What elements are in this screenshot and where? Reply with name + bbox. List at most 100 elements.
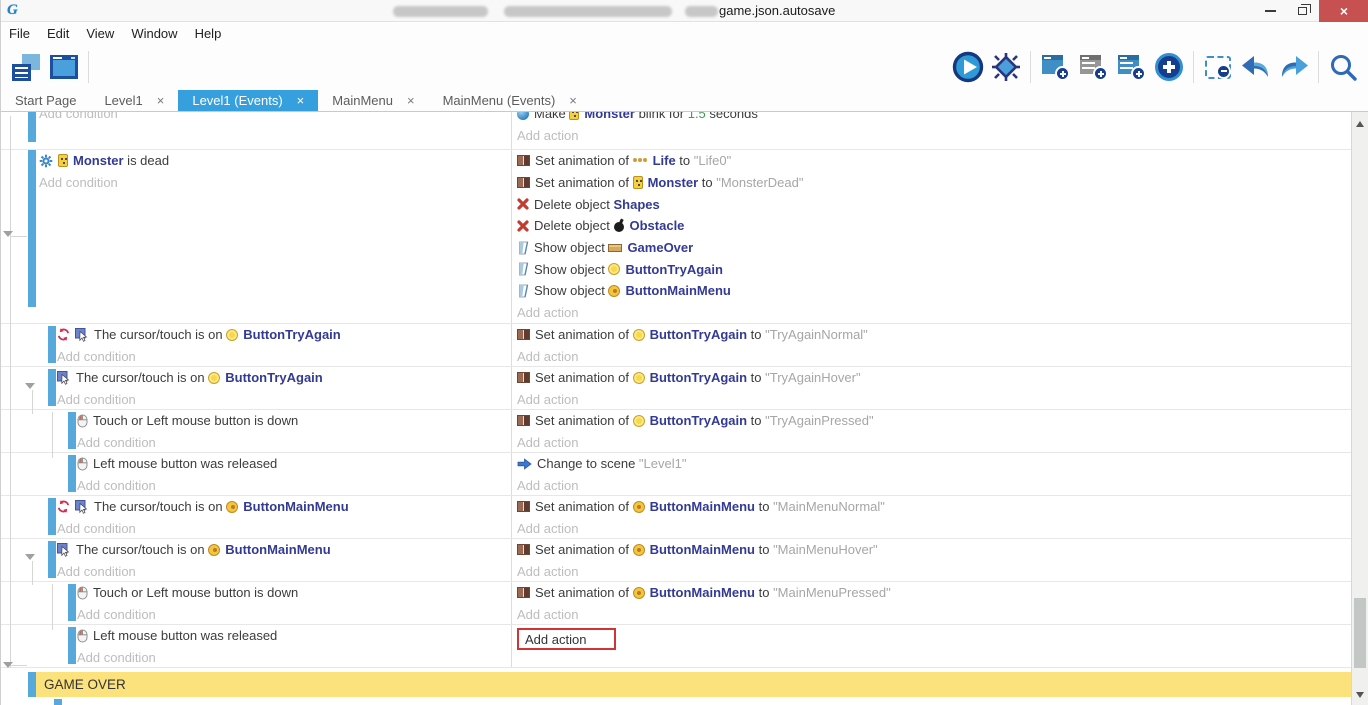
- action-item[interactable]: Show object GameOver: [517, 237, 1352, 259]
- menu-edit[interactable]: Edit: [47, 26, 80, 41]
- action-item[interactable]: Set animation of ButtonMainMenu to "Main…: [517, 496, 1352, 518]
- add-condition-button[interactable]: Add condition: [77, 475, 511, 496]
- condition-item[interactable]: The cursor/touch is on ButtonMainMenu: [57, 496, 511, 518]
- tab-mainmenu[interactable]: MainMenu ×: [318, 90, 428, 111]
- action-item[interactable]: Show object ButtonTryAgain: [517, 258, 1352, 280]
- menu-file[interactable]: File: [9, 26, 41, 41]
- tab-close-icon[interactable]: ×: [157, 93, 165, 108]
- add-condition-button[interactable]: Add condition: [57, 389, 511, 410]
- expander-icon[interactable]: [3, 662, 13, 668]
- condition-cell[interactable]: The cursor/touch is on ButtonMainMenu Ad…: [1, 496, 511, 538]
- scroll-down-icon[interactable]: [1356, 692, 1364, 698]
- undo-icon[interactable]: [1238, 49, 1274, 85]
- menu-view[interactable]: View: [86, 26, 125, 41]
- action-item[interactable]: Set animation of ButtonTryAgain to "TryA…: [517, 410, 1352, 432]
- expander-icon[interactable]: [3, 231, 13, 237]
- add-action-button[interactable]: Add action: [517, 125, 1352, 147]
- redo-icon[interactable]: [1276, 49, 1312, 85]
- action-item[interactable]: Make Monster blink for 1.5 seconds: [517, 112, 1352, 125]
- comment-row[interactable]: GAME OVER: [1, 672, 1352, 697]
- action-item[interactable]: Change to scene "Level1": [517, 453, 1352, 475]
- add-condition-button[interactable]: Add condition: [57, 518, 511, 539]
- add-condition-button[interactable]: Add condition: [39, 112, 511, 125]
- project-pages-icon[interactable]: [8, 49, 44, 85]
- add-condition-button[interactable]: Add condition: [77, 604, 511, 625]
- scroll-up-icon[interactable]: [1356, 121, 1364, 127]
- expander-icon[interactable]: [25, 383, 35, 389]
- action-item[interactable]: Set animation of ButtonMainMenu to "Main…: [517, 539, 1352, 561]
- condition-cell[interactable]: Add condition: [1, 112, 511, 149]
- add-condition-button[interactable]: Add condition: [39, 172, 511, 194]
- condition-cell[interactable]: The cursor/touch is on ButtonMainMenu Ad…: [1, 539, 511, 581]
- add-circle-icon[interactable]: [1151, 49, 1187, 85]
- action-item[interactable]: Set animation of ButtonTryAgain to "TryA…: [517, 367, 1352, 389]
- comment-text[interactable]: GAME OVER: [36, 672, 1352, 697]
- action-cell[interactable]: Make Monster blink for 1.5 seconds Add a…: [511, 112, 1352, 149]
- action-item[interactable]: Delete object Obstacle: [517, 215, 1352, 237]
- add-comment-icon[interactable]: [1075, 49, 1111, 85]
- add-action-highlighted-button[interactable]: Add action: [517, 628, 616, 650]
- tab-close-icon[interactable]: ×: [569, 93, 577, 108]
- tab-close-icon[interactable]: ×: [407, 93, 415, 108]
- action-cell[interactable]: Set animation of ButtonMainMenu to "Main…: [511, 539, 1352, 581]
- preview-window-icon[interactable]: [46, 49, 82, 85]
- action-item[interactable]: Set animation of Monster to "MonsterDead…: [517, 172, 1352, 194]
- action-cell[interactable]: Set animation of ButtonMainMenu to "Main…: [511, 496, 1352, 538]
- add-action-button[interactable]: Add action: [517, 604, 1352, 625]
- add-condition-button[interactable]: Add condition: [57, 346, 511, 367]
- condition-cell[interactable]: Left mouse button was released Add condi…: [1, 453, 511, 495]
- event-selection-bar[interactable]: [54, 699, 62, 705]
- action-cell[interactable]: Add action: [511, 625, 1352, 667]
- condition-cell[interactable]: Left mouse button was released Add condi…: [1, 625, 511, 667]
- action-item[interactable]: Set animation of ButtonTryAgain to "TryA…: [517, 324, 1352, 346]
- condition-item[interactable]: Left mouse button was released: [77, 453, 511, 475]
- add-condition-button[interactable]: Add condition: [77, 647, 511, 668]
- action-cell[interactable]: Set animation of ButtonMainMenu to "Main…: [511, 582, 1352, 624]
- event-selection-bar[interactable]: [28, 672, 36, 697]
- condition-item[interactable]: Touch or Left mouse button is down: [77, 410, 511, 432]
- tab-close-icon[interactable]: ×: [297, 93, 305, 108]
- debug-icon[interactable]: [988, 49, 1024, 85]
- add-action-button[interactable]: Add action: [517, 389, 1352, 410]
- tab-level1[interactable]: Level1 ×: [90, 90, 178, 111]
- action-item[interactable]: Delete object Shapes: [517, 193, 1352, 215]
- add-condition-button[interactable]: Add condition: [77, 432, 511, 453]
- add-condition-button[interactable]: Add condition: [57, 561, 511, 582]
- menu-window[interactable]: Window: [131, 26, 188, 41]
- add-action-button[interactable]: Add action: [517, 561, 1352, 582]
- minimize-button[interactable]: [1255, 0, 1285, 22]
- condition-cell[interactable]: Touch or Left mouse button is down Add c…: [1, 410, 511, 452]
- action-item[interactable]: Show object ButtonMainMenu: [517, 280, 1352, 302]
- restore-button[interactable]: [1287, 0, 1317, 22]
- condition-item[interactable]: Left mouse button was released: [77, 625, 511, 647]
- condition-item[interactable]: Touch or Left mouse button is down: [77, 582, 511, 604]
- condition-cell[interactable]: The cursor/touch is on ButtonTryAgain Ad…: [1, 367, 511, 409]
- condition-item[interactable]: The cursor/touch is on ButtonTryAgain: [57, 367, 511, 389]
- condition-item[interactable]: The cursor/touch is on ButtonMainMenu: [57, 539, 511, 561]
- action-cell[interactable]: Set animation of ButtonTryAgain to "TryA…: [511, 367, 1352, 409]
- action-cell[interactable]: Set animation of Life to "Life0" Set ani…: [511, 150, 1352, 323]
- action-cell[interactable]: Set animation of ButtonTryAgain to "TryA…: [511, 324, 1352, 366]
- condition-cell[interactable]: Monster is dead Add condition: [1, 150, 511, 323]
- condition-cell[interactable]: Touch or Left mouse button is down Add c…: [1, 582, 511, 624]
- condition-item[interactable]: The cursor/touch is on ButtonTryAgain: [57, 324, 511, 346]
- add-action-button[interactable]: Add action: [517, 302, 1352, 323]
- remove-selection-icon[interactable]: [1200, 49, 1236, 85]
- add-action-button[interactable]: Add action: [517, 518, 1352, 539]
- add-event-icon[interactable]: [1037, 49, 1073, 85]
- menu-help[interactable]: Help: [195, 26, 233, 41]
- action-cell[interactable]: Set animation of ButtonTryAgain to "TryA…: [511, 410, 1352, 452]
- add-subevent-icon[interactable]: [1113, 49, 1149, 85]
- vertical-scrollbar[interactable]: [1351, 112, 1368, 705]
- search-icon[interactable]: [1325, 49, 1361, 85]
- close-button[interactable]: ×: [1319, 0, 1368, 22]
- condition-item[interactable]: Monster is dead: [39, 150, 511, 172]
- condition-cell[interactable]: The cursor/touch is on ButtonTryAgain Ad…: [1, 324, 511, 366]
- add-action-button[interactable]: Add action: [517, 475, 1352, 496]
- action-cell[interactable]: Change to scene "Level1" Add action: [511, 453, 1352, 495]
- tab-level1-events[interactable]: Level1 (Events) ×: [178, 90, 318, 111]
- add-action-button[interactable]: Add action: [517, 346, 1352, 367]
- tab-start-page[interactable]: Start Page: [1, 90, 90, 111]
- action-item[interactable]: Set animation of ButtonMainMenu to "Main…: [517, 582, 1352, 604]
- action-item[interactable]: Set animation of Life to "Life0": [517, 150, 1352, 172]
